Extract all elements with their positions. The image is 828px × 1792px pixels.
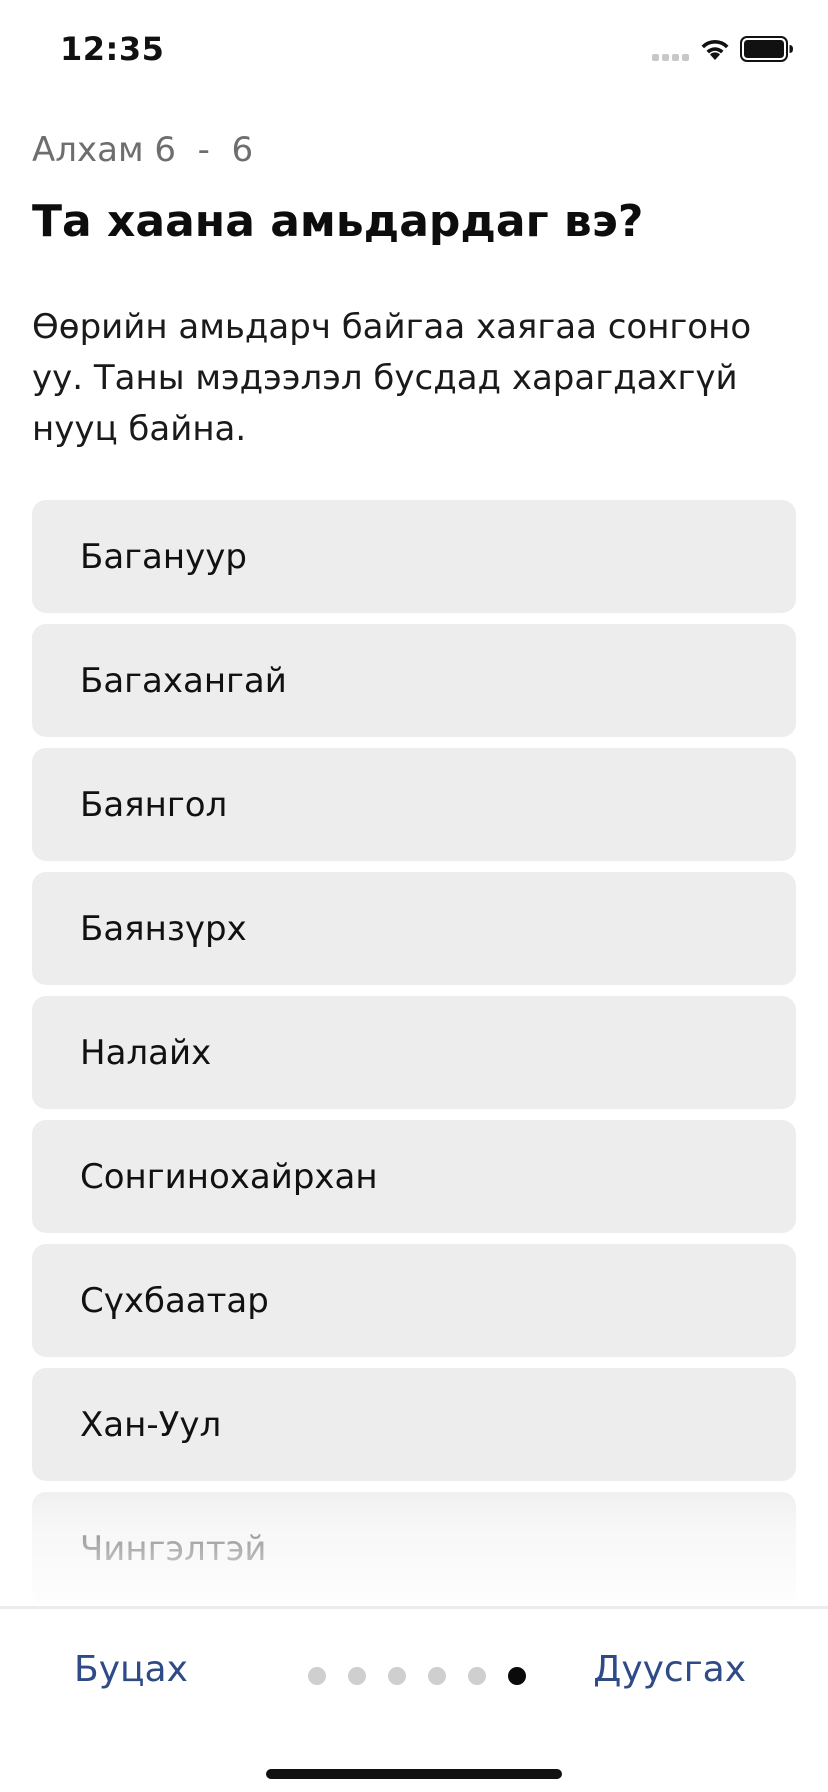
page-description: Өөрийн амьдарч байгаа хаягаа сонгоно уу.… bbox=[32, 307, 752, 449]
wifi-icon bbox=[701, 39, 729, 60]
option-item[interactable]: Сонгинохайрхан bbox=[32, 1120, 796, 1233]
page-dot bbox=[468, 1667, 486, 1685]
screen: 12:35 Алхам 6 - 6 Та хаана амьдардаг вэ?… bbox=[0, 0, 828, 1792]
back-button[interactable]: Буцах bbox=[74, 1649, 188, 1690]
page-dot bbox=[308, 1667, 326, 1685]
status-bar: 12:35 bbox=[0, 0, 828, 100]
page-dot bbox=[348, 1667, 366, 1685]
page-title: Та хаана амьдардаг вэ? bbox=[32, 196, 644, 247]
home-indicator[interactable] bbox=[266, 1769, 562, 1779]
page-dot bbox=[388, 1667, 406, 1685]
bottom-navigation-bar: Буцах Дуусгах bbox=[0, 1606, 828, 1792]
signal-icon bbox=[652, 54, 692, 62]
option-item[interactable]: Сүхбаатар bbox=[32, 1244, 796, 1357]
option-item[interactable]: Налайх bbox=[32, 996, 796, 1109]
option-item[interactable]: Баянзүрх bbox=[32, 872, 796, 985]
page-dot bbox=[428, 1667, 446, 1685]
status-time: 12:35 bbox=[60, 30, 165, 68]
option-item[interactable]: Чингэлтэй bbox=[32, 1492, 796, 1605]
option-item[interactable]: Багануур bbox=[32, 500, 796, 613]
battery-icon bbox=[740, 36, 793, 62]
option-item[interactable]: Хан-Уул bbox=[32, 1368, 796, 1481]
option-item[interactable]: Баянгол bbox=[32, 748, 796, 861]
page-dot-active bbox=[508, 1667, 526, 1685]
option-item[interactable]: Багахангай bbox=[32, 624, 796, 737]
district-options-list: Багануур Багахангай Баянгол Баянзүрх Нал… bbox=[32, 500, 796, 1616]
step-indicator: Алхам 6 - 6 bbox=[32, 130, 254, 170]
page-indicator bbox=[300, 1667, 540, 1687]
finish-button[interactable]: Дуусгах bbox=[593, 1649, 746, 1690]
